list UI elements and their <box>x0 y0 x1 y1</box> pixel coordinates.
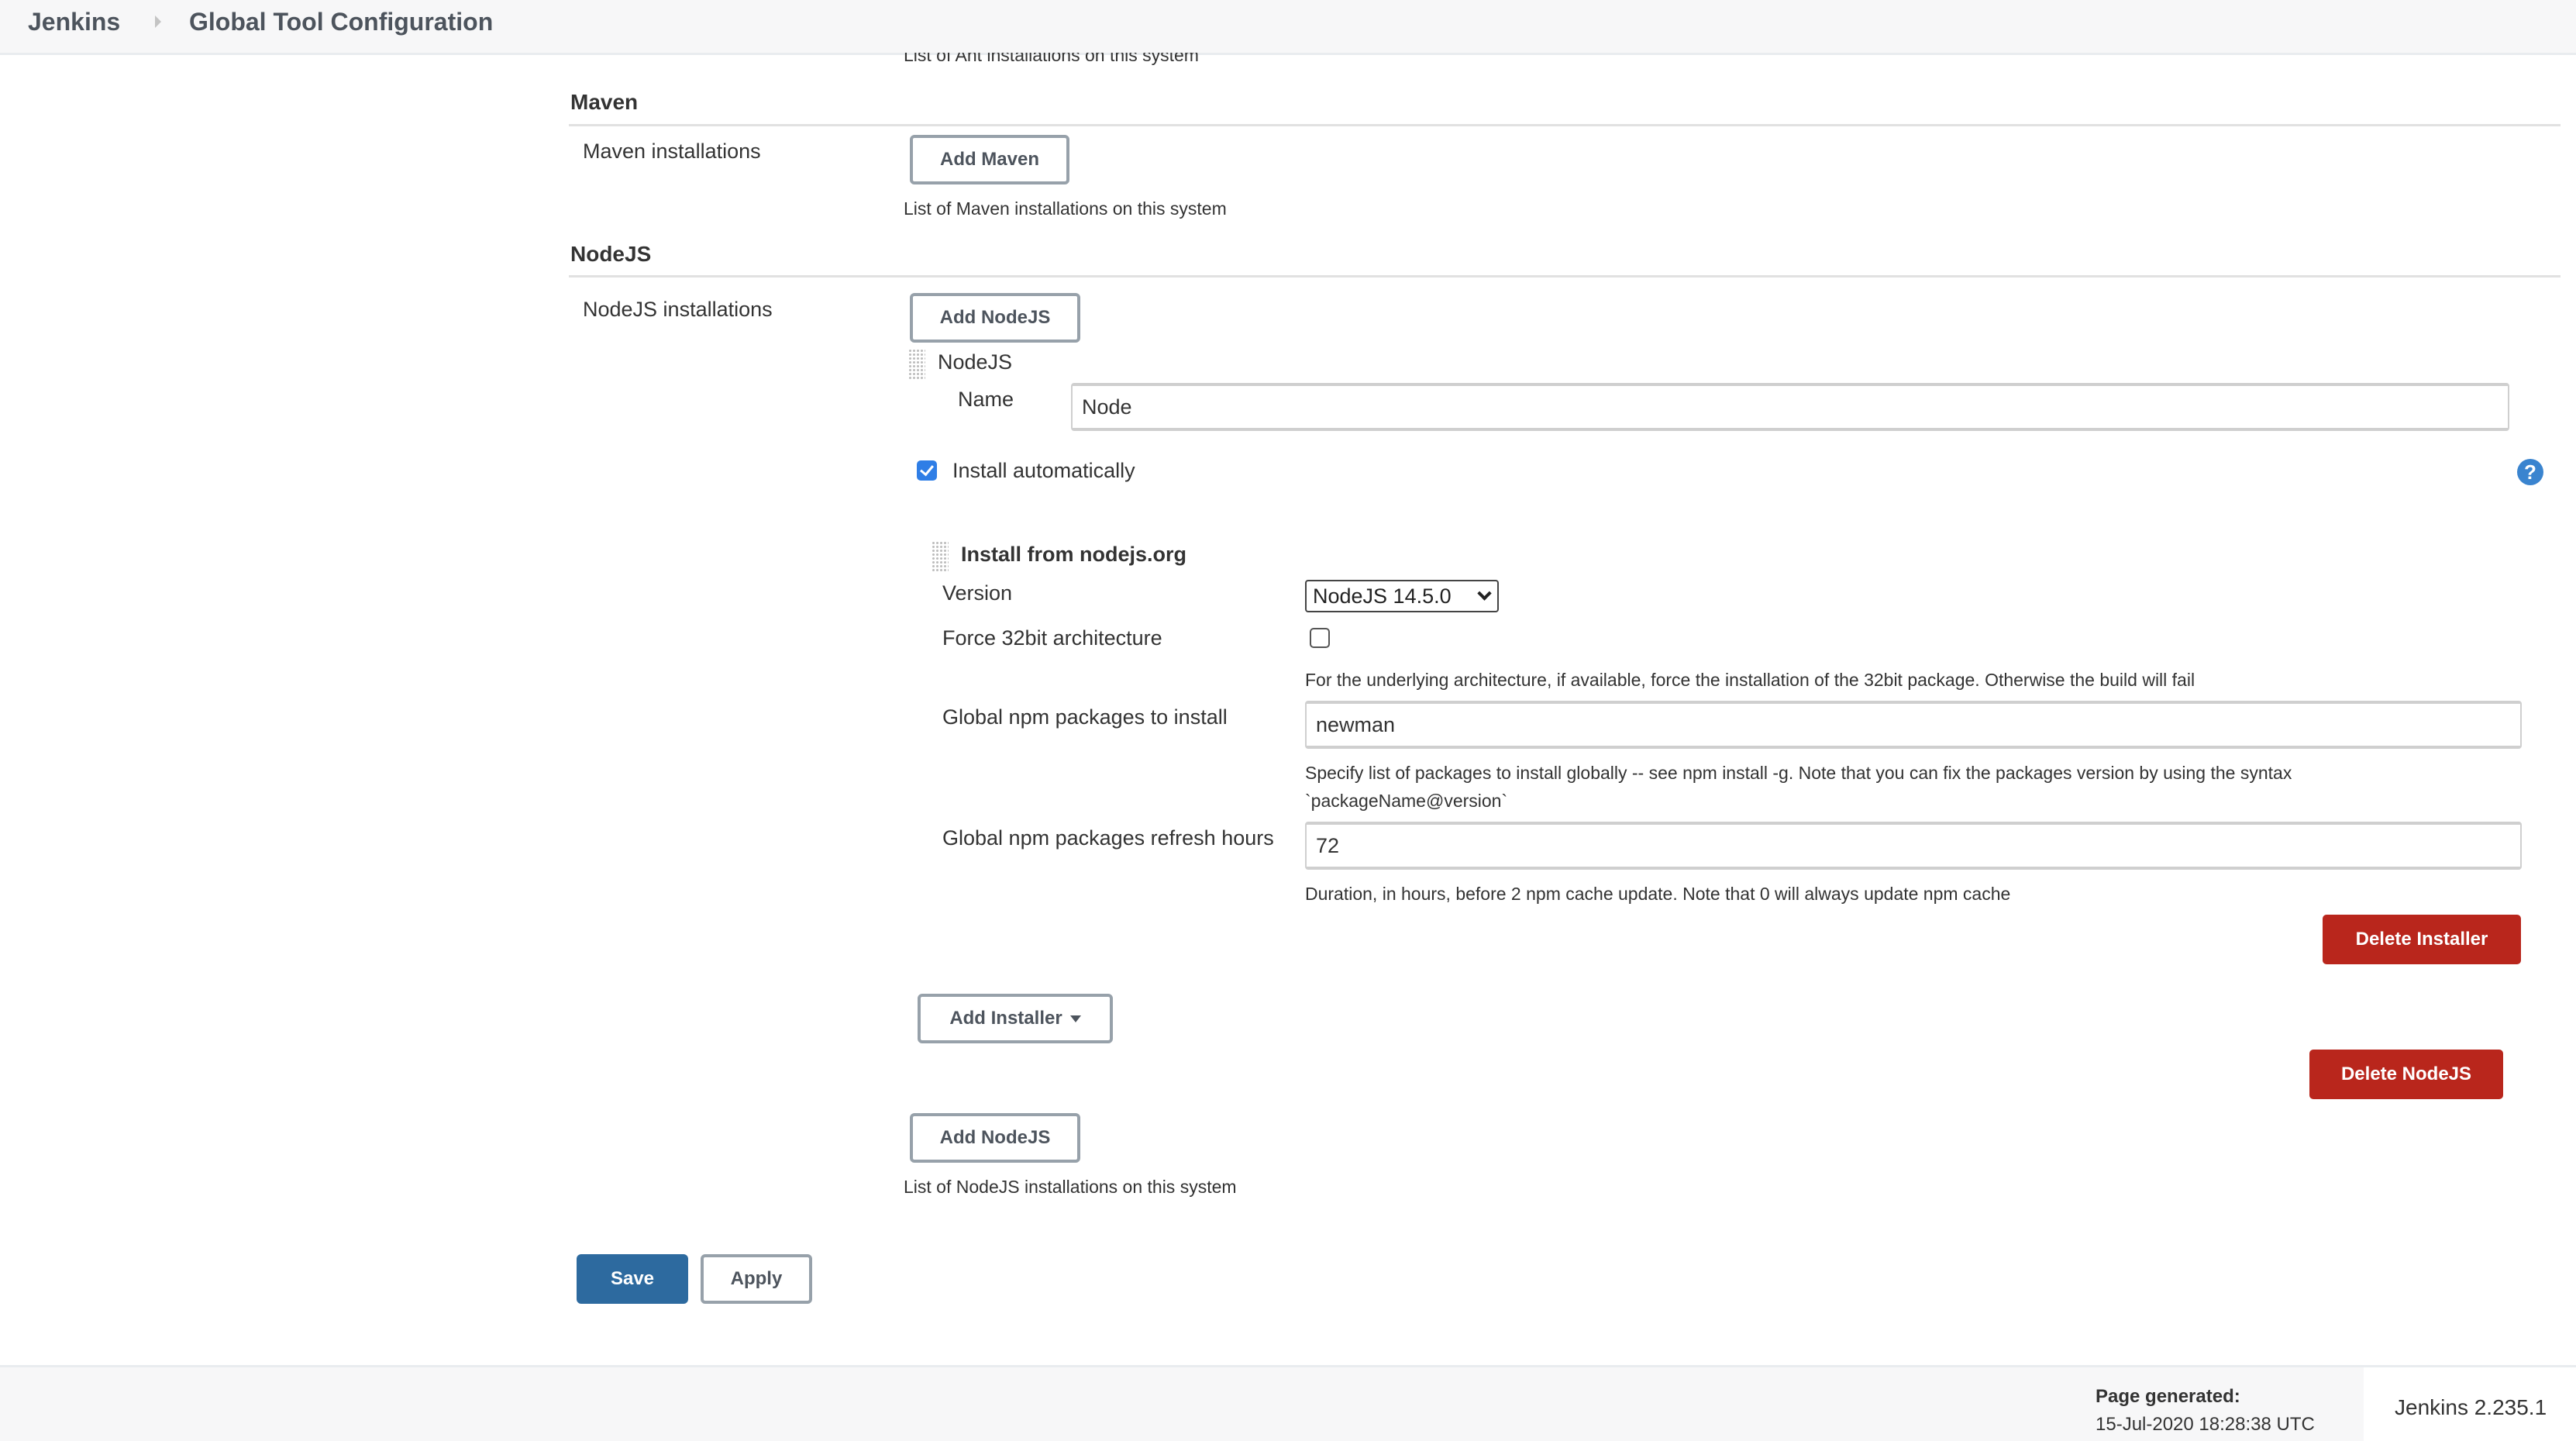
delete-nodejs-button[interactable]: Delete NodeJS <box>2309 1050 2503 1099</box>
section-divider <box>569 124 2561 126</box>
save-button[interactable]: Save <box>577 1254 688 1304</box>
maven-description: List of Maven installations on this syst… <box>904 198 1227 219</box>
page-generated-label: Page generated: <box>2096 1386 2240 1407</box>
nodejs-installation-header: NodeJS <box>938 350 1013 374</box>
nodejs-description: List of NodeJS installations on this sys… <box>904 1177 1237 1197</box>
caret-down-icon <box>1477 586 1492 601</box>
nodejs-section-title: NodeJS <box>570 242 652 266</box>
force-32bit-label: Force 32bit architecture <box>942 626 1162 650</box>
help-icon[interactable]: ? <box>2517 459 2543 485</box>
jenkins-version-link[interactable]: Jenkins 2.235.1 <box>2395 1395 2547 1420</box>
install-automatically-checkbox[interactable] <box>917 460 937 481</box>
npm-packages-description-line2: `packageName@version` <box>1305 791 1508 811</box>
add-nodejs-button-bottom[interactable]: Add NodeJS <box>910 1113 1080 1163</box>
caret-down-icon <box>1069 1015 1081 1022</box>
page-generated-time: 15-Jul-2020 18:28:38 UTC <box>2096 1414 2315 1435</box>
breadcrumb-current-page[interactable]: Global Tool Configuration <box>189 8 493 36</box>
apply-button[interactable]: Apply <box>701 1254 812 1304</box>
force-32bit-checkbox[interactable] <box>1310 628 1330 648</box>
maven-section-title: Maven <box>570 90 639 114</box>
install-automatically-label: Install automatically <box>952 459 1135 482</box>
add-nodejs-button-top[interactable]: Add NodeJS <box>910 293 1080 343</box>
version-label: Version <box>942 581 1013 605</box>
name-label: Name <box>958 388 1014 411</box>
add-installer-label: Add Installer <box>949 1008 1062 1029</box>
chevron-right-icon <box>155 16 161 28</box>
refresh-hours-label: Global npm packages refresh hours <box>942 826 1274 850</box>
page-footer: Page generated: 15-Jul-2020 18:28:38 UTC… <box>0 1365 2576 1441</box>
add-maven-button[interactable]: Add Maven <box>910 135 1069 184</box>
add-installer-button[interactable]: Add Installer <box>918 994 1113 1043</box>
maven-installations-label: Maven installations <box>583 140 761 163</box>
refresh-hours-input[interactable] <box>1305 822 2522 870</box>
version-select[interactable]: NodeJS 14.5.0 <box>1305 580 1499 612</box>
refresh-hours-description: Duration, in hours, before 2 npm cache u… <box>1305 884 2011 904</box>
npm-packages-input[interactable] <box>1305 701 2522 749</box>
installer-title: Install from nodejs.org <box>961 543 1187 566</box>
version-selected-value: NodeJS 14.5.0 <box>1313 584 1452 608</box>
top-header: Jenkins Global Tool Configuration <box>0 0 2576 55</box>
force-32bit-description: For the underlying architecture, if avai… <box>1305 670 2195 690</box>
section-divider <box>569 275 2561 278</box>
name-input[interactable] <box>1071 383 2509 431</box>
delete-installer-button[interactable]: Delete Installer <box>2323 915 2521 964</box>
drag-handle-icon[interactable] <box>932 541 949 572</box>
npm-packages-label: Global npm packages to install <box>942 705 1228 729</box>
version-box: Jenkins 2.235.1 <box>2364 1367 2576 1441</box>
npm-packages-description-line1: Specify list of packages to install glob… <box>1305 763 2292 783</box>
nodejs-installations-label: NodeJS installations <box>583 298 773 321</box>
breadcrumb-jenkins[interactable]: Jenkins <box>28 8 120 36</box>
drag-handle-icon[interactable] <box>908 349 925 380</box>
